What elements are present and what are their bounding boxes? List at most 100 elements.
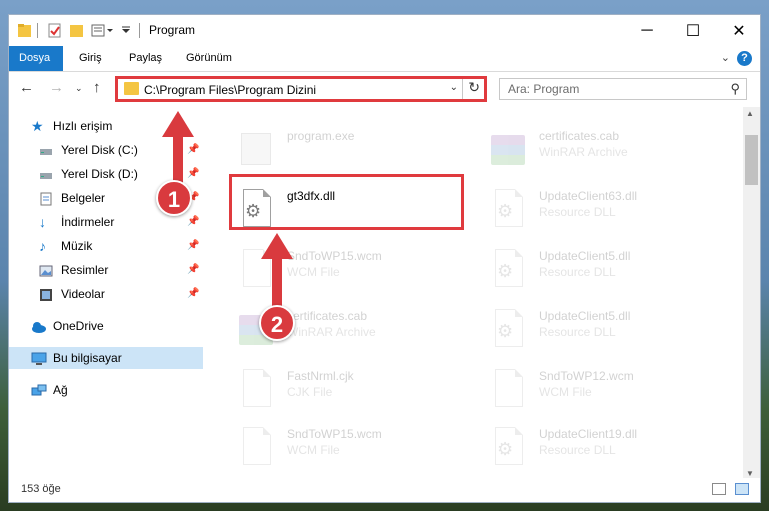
nav-item-label: Belgeler bbox=[61, 191, 106, 205]
new-folder-icon[interactable] bbox=[69, 23, 85, 38]
nav-item-videos[interactable]: Videolar 📌 bbox=[9, 283, 203, 305]
file-item[interactable]: SndToWP12.wcm WCM File bbox=[477, 363, 717, 421]
nav-item-label: OneDrive bbox=[53, 319, 104, 333]
title-bar: Program ─ ☐ ✕ bbox=[9, 15, 760, 46]
tab-view[interactable]: Görünüm bbox=[176, 46, 242, 71]
arrow-shaft bbox=[173, 135, 183, 185]
nav-item-label: Ağ bbox=[53, 383, 68, 397]
pin-icon[interactable]: 📌 bbox=[187, 235, 199, 257]
refresh-icon[interactable]: ↻ bbox=[468, 79, 480, 96]
folder-icon bbox=[17, 23, 33, 38]
file-name: program.exe bbox=[287, 129, 355, 143]
vertical-scrollbar[interactable]: ▲ ▼ bbox=[743, 107, 760, 480]
file-name: SndToWP15.wcm bbox=[287, 427, 382, 441]
scroll-thumb[interactable] bbox=[745, 135, 758, 185]
details-view-icon[interactable] bbox=[712, 483, 726, 495]
search-icon[interactable]: ⚲ bbox=[730, 81, 740, 97]
file-type: Resource DLL bbox=[539, 205, 616, 219]
explorer-window: Program ─ ☐ ✕ Dosya Giriş Paylaş Görünüm… bbox=[8, 14, 761, 503]
expand-ribbon-icon[interactable]: ⌄ bbox=[721, 51, 730, 64]
address-divider bbox=[462, 79, 463, 99]
file-item[interactable]: ⚙ UpdateClient19.dll Resource DLL bbox=[477, 421, 717, 472]
computer-icon bbox=[31, 351, 47, 365]
nav-item-this-pc[interactable]: Bu bilgisayar bbox=[9, 347, 203, 369]
chevron-down-icon[interactable] bbox=[121, 23, 131, 38]
file-type: WinRAR Archive bbox=[287, 325, 376, 339]
file-name: SndToWP12.wcm bbox=[539, 369, 634, 383]
exe-file-icon bbox=[239, 129, 273, 169]
file-item[interactable]: SndToWP15.wcm WCM File bbox=[225, 421, 465, 472]
nav-item-label: Resimler bbox=[61, 263, 109, 277]
minimize-button[interactable]: ─ bbox=[624, 15, 670, 46]
scroll-up-icon[interactable]: ▲ bbox=[746, 109, 754, 118]
file-type: WinRAR Archive bbox=[539, 145, 628, 159]
large-icons-view-icon[interactable] bbox=[735, 483, 749, 495]
toolbar-divider bbox=[37, 23, 38, 38]
arrow-shaft bbox=[272, 257, 282, 312]
file-item[interactable]: ⚙ UpdateClient5.dll Resource DLL bbox=[477, 303, 717, 361]
maximize-button[interactable]: ☐ bbox=[670, 15, 716, 46]
nav-item-onedrive[interactable]: OneDrive bbox=[9, 315, 203, 337]
scroll-down-icon[interactable]: ▼ bbox=[746, 469, 754, 478]
status-bar: 153 öğe bbox=[9, 478, 760, 502]
document-file-icon bbox=[239, 369, 273, 409]
nav-item-label: Yerel Disk (C:) bbox=[61, 143, 138, 157]
customize-toolbar-icon[interactable] bbox=[91, 23, 115, 38]
document-file-icon bbox=[491, 369, 525, 409]
document-file-icon bbox=[239, 427, 273, 467]
close-button[interactable]: ✕ bbox=[716, 15, 760, 46]
tab-home[interactable]: Giriş bbox=[69, 46, 112, 71]
archive-file-icon bbox=[491, 129, 525, 169]
search-placeholder: Ara: Program bbox=[508, 82, 580, 96]
file-item[interactable]: FastNrml.cjk CJK File bbox=[225, 363, 465, 421]
file-name: UpdateClient5.dll bbox=[539, 309, 631, 323]
star-icon: ★ bbox=[31, 118, 44, 134]
file-item[interactable]: program.exe bbox=[225, 123, 465, 181]
help-button[interactable]: ? bbox=[737, 51, 752, 66]
recent-locations-icon[interactable]: ⌄ bbox=[75, 83, 83, 94]
file-item[interactable]: ⚙ UpdateClient63.dll Resource DLL bbox=[477, 183, 717, 241]
address-dropdown-icon[interactable]: ⌄ bbox=[450, 82, 458, 93]
file-list: program.exe certificates.cab WinRAR Arch… bbox=[215, 107, 739, 472]
file-item[interactable]: certificates.cab WinRAR Archive bbox=[477, 123, 717, 181]
file-type: Resource DLL bbox=[539, 325, 616, 339]
file-type: WCM File bbox=[287, 443, 340, 457]
step-badge-1: 1 bbox=[156, 180, 192, 216]
arrow-up-icon bbox=[162, 111, 194, 137]
nav-item-label: Hızlı erişim bbox=[53, 119, 113, 133]
back-icon[interactable]: ← bbox=[19, 79, 34, 96]
nav-item-network[interactable]: Ağ bbox=[9, 379, 203, 401]
address-bar[interactable]: C:\Program Files\Program Dizini ⌄ ↻ bbox=[115, 76, 487, 102]
pin-icon[interactable]: 📌 bbox=[187, 163, 199, 185]
nav-item-pictures[interactable]: Resimler 📌 bbox=[9, 259, 203, 281]
file-type: Resource DLL bbox=[539, 443, 616, 457]
up-icon[interactable]: ↑ bbox=[93, 79, 101, 96]
cloud-icon bbox=[31, 319, 46, 333]
address-path[interactable]: C:\Program Files\Program Dizini bbox=[144, 83, 316, 97]
download-icon: ↓ bbox=[39, 214, 46, 230]
dll-file-icon: ⚙ bbox=[491, 309, 525, 349]
nav-item-label: Yerel Disk (D:) bbox=[61, 167, 138, 181]
file-highlight-box bbox=[229, 174, 464, 230]
file-type: CJK File bbox=[287, 385, 333, 399]
search-input[interactable]: Ara: Program ⚲ bbox=[499, 78, 747, 100]
tab-file[interactable]: Dosya bbox=[9, 46, 63, 71]
pin-icon[interactable]: 📌 bbox=[187, 283, 199, 305]
forward-icon[interactable]: → bbox=[49, 79, 64, 96]
ribbon: Dosya Giriş Paylaş Görünüm ⌄ ? bbox=[9, 46, 760, 72]
arrow-up-icon bbox=[261, 233, 293, 259]
nav-item-music[interactable]: ♪ Müzik 📌 bbox=[9, 235, 203, 257]
file-name: certificates.cab bbox=[539, 129, 620, 143]
title-divider bbox=[139, 23, 140, 38]
pin-icon[interactable]: 📌 bbox=[187, 211, 199, 233]
file-name: SndToWP15.wcm bbox=[287, 249, 382, 263]
tab-share[interactable]: Paylaş bbox=[119, 46, 172, 71]
pin-icon[interactable]: 📌 bbox=[187, 139, 199, 161]
navigation-bar: ← → ⌄ ↑ C:\Program Files\Program Dizini … bbox=[9, 72, 760, 106]
file-item[interactable]: ⚙ UpdateClient5.dll Resource DLL bbox=[477, 243, 717, 301]
pin-icon[interactable]: 📌 bbox=[187, 259, 199, 281]
file-name: UpdateClient5.dll bbox=[539, 249, 631, 263]
file-name: FastNrml.cjk bbox=[287, 369, 354, 383]
video-icon bbox=[39, 287, 53, 301]
properties-icon[interactable] bbox=[47, 23, 63, 38]
